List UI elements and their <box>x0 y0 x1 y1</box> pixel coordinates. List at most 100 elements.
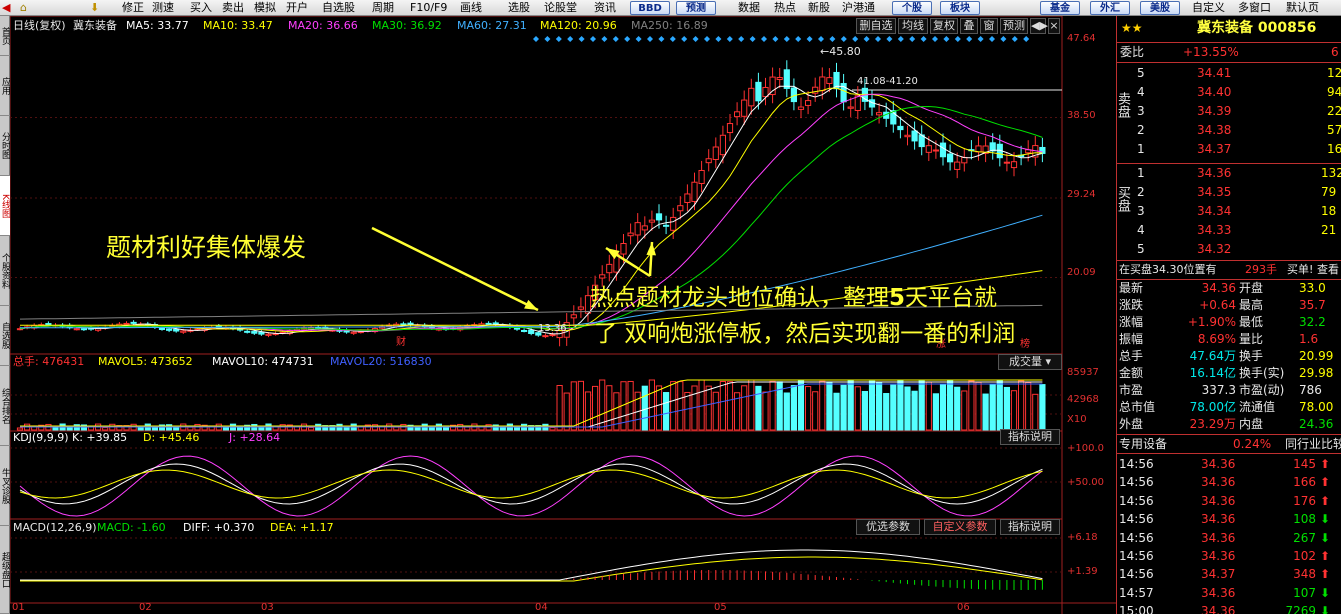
kdj-d-label: D: +45.46 <box>143 431 200 444</box>
toolbar-bbd-button[interactable]: BBD <box>630 1 670 15</box>
sector-row[interactable]: 专用设备 0.24% 同行业比较 <box>1117 435 1341 453</box>
sell-level-row[interactable]: 5 34.41 12 <box>1133 64 1341 82</box>
candle <box>606 263 613 274</box>
volume-bar <box>1010 390 1018 431</box>
dea-value-label: DEA: +1.17 <box>270 521 334 534</box>
sector-compare-link[interactable]: 同行业比较 <box>1285 435 1341 453</box>
toolbar-item-hot[interactable]: 热点 <box>774 0 796 16</box>
tick-volume: 267 <box>1293 530 1316 545</box>
tab-custom[interactable]: 自定义 <box>1192 0 1225 16</box>
custom-params-button[interactable]: 自定义参数 <box>924 519 996 535</box>
toolbar-item-open-account[interactable]: 开户 <box>286 0 308 16</box>
window-button[interactable]: 窗 <box>980 18 998 34</box>
sell-volume: 57 <box>1327 123 1341 137</box>
toolbar-item-simulate[interactable]: 模拟 <box>254 0 276 16</box>
toolbar-item-f10[interactable]: F10/F9 <box>410 0 447 16</box>
candle <box>719 134 726 156</box>
toolbar-item-period[interactable]: 周期 <box>372 0 394 16</box>
bang-marker[interactable]: 榜 <box>1020 338 1030 351</box>
candle <box>648 219 655 223</box>
side-tab-kline[interactable]: K线图 <box>0 176 10 236</box>
side-tab-watchlist[interactable]: 自选股 <box>0 306 10 366</box>
overlay-button[interactable]: 叠 <box>960 18 978 34</box>
volume-axis-label: 42968 <box>1067 394 1099 405</box>
signal-diamond <box>954 36 961 42</box>
candle <box>620 243 627 255</box>
buy-level-row[interactable]: 4 34.33 21 <box>1133 221 1341 239</box>
buy-level-row[interactable]: 2 34.35 79 <box>1133 183 1341 201</box>
toolbar-sector-button[interactable]: 板块 <box>940 1 980 15</box>
candle <box>265 333 272 336</box>
position-view-link[interactable]: 查看 <box>1317 261 1339 279</box>
sell-level-row[interactable]: 2 34.38 57 <box>1133 121 1341 139</box>
volume-bar <box>868 380 876 431</box>
signal-diamond <box>977 36 984 42</box>
sell-level-row[interactable]: 4 34.40 94 <box>1133 83 1341 101</box>
optimized-params-button[interactable]: 优选参数 <box>856 519 920 535</box>
toolbar-item-new-stock[interactable]: 新股 <box>808 0 830 16</box>
stat-label: 振幅 <box>1119 332 1144 346</box>
candle <box>954 161 961 170</box>
toolbar-arrow-icon[interactable]: ⬇ <box>90 0 99 16</box>
scroll-arrows-icon[interactable]: ◀▶ <box>1030 18 1048 34</box>
toolbar-back-icon[interactable]: ◀ <box>2 0 10 16</box>
side-tab-ranking[interactable]: 综合排名 <box>0 366 10 446</box>
side-tab-order-book[interactable]: 超级盘口 <box>0 526 10 614</box>
tick-volume: 108 <box>1293 512 1316 527</box>
side-tab-profile[interactable]: 个股资料 <box>0 236 10 306</box>
toolbar-item-data[interactable]: 数据 <box>738 0 760 16</box>
toolbar-item-sell[interactable]: 卖出 <box>222 0 244 16</box>
buy-level-row[interactable]: 5 34.32 <box>1133 240 1341 258</box>
toolbar-forex-button[interactable]: 外汇 <box>1090 1 1130 15</box>
toolbar-home-icon[interactable]: ⌂ <box>20 0 27 16</box>
tab-multi-window[interactable]: 多窗口 <box>1238 0 1271 16</box>
signal-diamond <box>795 36 802 42</box>
tick-price: 34.36 <box>1201 530 1236 545</box>
toolbar-item-forum[interactable]: 论股堂 <box>544 0 577 16</box>
volume-bar <box>932 393 939 431</box>
side-tab-apps[interactable]: 应用 <box>0 56 10 116</box>
side-tab-diagnosis[interactable]: 牛叉诊股 <box>0 446 10 526</box>
macd-explain-button[interactable]: 指标说明 <box>1000 519 1060 535</box>
toolbar-item-speed[interactable]: 测速 <box>152 0 174 16</box>
side-tab-intraday[interactable]: 分时图 <box>0 116 10 176</box>
toolbar-item-select-stock[interactable]: 选股 <box>508 0 530 16</box>
toolbar-item-draw[interactable]: 画线 <box>460 0 482 16</box>
forecast-button[interactable]: 预测 <box>1000 18 1028 34</box>
kdj-j-label: J: +28.64 <box>229 431 281 444</box>
volume-select[interactable]: 成交量 ▾ <box>998 354 1062 370</box>
toolbar-item-hk-connect[interactable]: 沪港通 <box>842 0 875 16</box>
sell-price: 34.38 <box>1197 123 1232 137</box>
buy-level-row[interactable]: 3 34.34 18 <box>1133 202 1341 220</box>
stat-value: 24.36 <box>1299 417 1334 431</box>
toolbar-us-stock-button[interactable]: 美股 <box>1140 1 1180 15</box>
star-icon[interactable]: ★★ <box>1121 19 1143 37</box>
toolbar-forecast-button[interactable]: 预测 <box>676 1 716 15</box>
candle <box>897 125 904 131</box>
arrow-theme <box>371 226 539 312</box>
remove-watchlist-button[interactable]: 删自选 <box>856 18 896 34</box>
toolbar-item-buy[interactable]: 买入 <box>190 0 212 16</box>
kdj-lines <box>19 455 1043 517</box>
tick-price: 34.36 <box>1201 604 1236 614</box>
sell-level-row[interactable]: 3 34.39 22 <box>1133 102 1341 120</box>
toolbar-fund-button[interactable]: 基金 <box>1040 1 1080 15</box>
buy-level-row[interactable]: 1 34.36 132 <box>1133 164 1341 182</box>
tick-price: 34.37 <box>1201 567 1236 582</box>
sell-price: 34.37 <box>1197 142 1232 156</box>
tab-default-page[interactable]: 默认页 <box>1286 0 1319 16</box>
close-icon[interactable]: × <box>1048 18 1060 34</box>
volume-bar <box>797 379 805 431</box>
vol-total-label: 总手: 476431 <box>13 355 85 368</box>
toolbar-item-watchlist[interactable]: 自选股 <box>322 0 355 16</box>
sell-level-row[interactable]: 1 34.37 16 <box>1133 140 1341 158</box>
signal-diamond <box>783 36 790 42</box>
toolbar-item-news[interactable]: 资讯 <box>594 0 616 16</box>
cai-marker[interactable]: 财 <box>396 336 406 349</box>
side-tab-home[interactable]: 首页 <box>0 16 10 56</box>
adjust-button[interactable]: 复权 <box>930 18 958 34</box>
toolbar-stock-button[interactable]: 个股 <box>892 1 932 15</box>
toolbar-item-fix[interactable]: 修正 <box>122 0 144 16</box>
ma-button[interactable]: 均线 <box>898 18 928 34</box>
kdj-explain-button[interactable]: 指标说明 <box>1000 429 1060 445</box>
